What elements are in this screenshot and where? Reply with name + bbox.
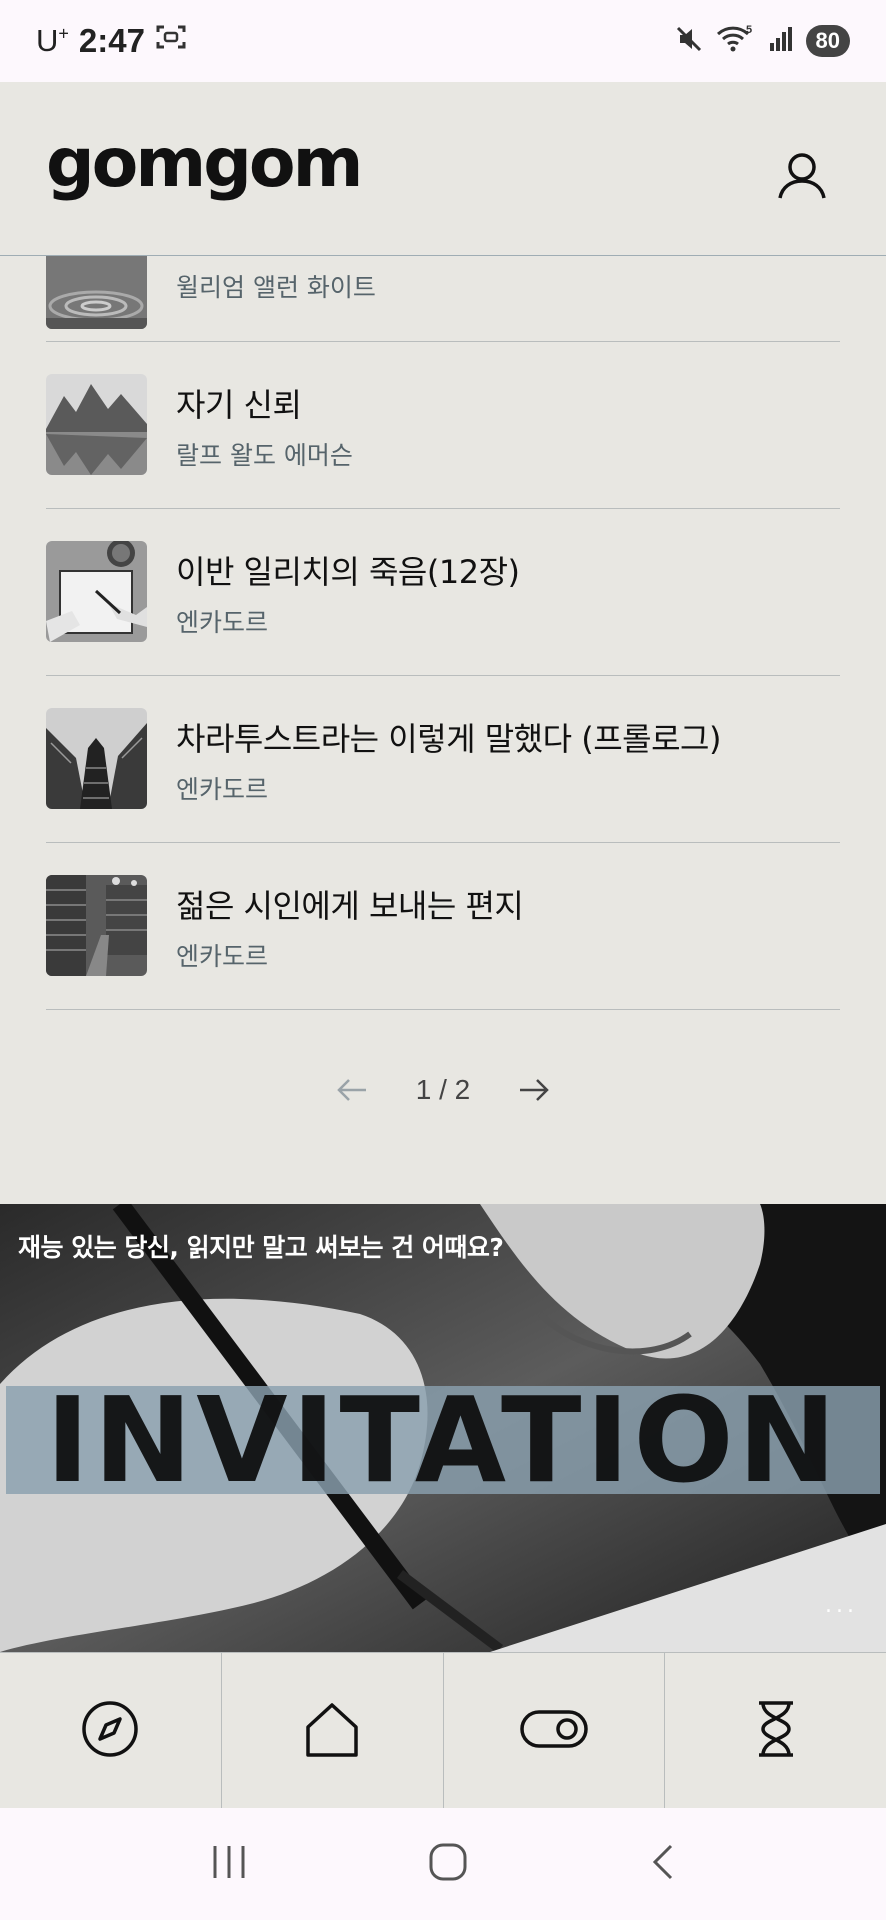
item-author: 랄프 왈도 에머슨: [176, 441, 353, 470]
screenshot-icon: [155, 23, 187, 59]
page-indicator: 1 / 2: [415, 1074, 471, 1105]
next-arrow-icon[interactable]: [518, 1077, 550, 1103]
tab-toggle[interactable]: [444, 1653, 666, 1808]
thumbnail-library: [46, 875, 147, 976]
app-header: gomgom: [0, 82, 886, 256]
home-icon: [302, 1699, 362, 1763]
system-nav-bar: [0, 1808, 886, 1920]
list-item[interactable]: 차라투스트라는 이렇게 말했다 (프롤로그) 엔카도르: [46, 676, 840, 843]
thumbnail-writing-notebook: [46, 541, 147, 642]
list-item[interactable]: 윌리엄 앨런 화이트: [46, 256, 840, 342]
pagination: 1 / 2: [0, 1060, 886, 1120]
carrier-plus: +: [58, 23, 69, 44]
hourglass-icon: [751, 1699, 801, 1763]
prev-arrow-icon[interactable]: [336, 1077, 368, 1103]
toggle-icon: [519, 1707, 589, 1755]
wifi-icon: 5: [716, 24, 756, 58]
compass-icon: [80, 1699, 140, 1763]
thumbnail-ripple-water: [46, 256, 147, 329]
banner-caption: 재능 있는 당신, 읽지만 말고 써보는 건 어때요?: [18, 1233, 504, 1262]
status-right: 5 80: [674, 24, 850, 58]
carrier-label: U+: [36, 23, 69, 59]
item-title: 이반 일리치의 죽음(12장): [176, 553, 520, 591]
article-list: 윌리엄 앨런 화이트 자기 신뢰 랄프 왈도 에머슨 이반 일리치의 죽음(12…: [46, 256, 840, 1010]
item-title: 차라투스트라는 이렇게 말했다 (프롤로그): [176, 720, 721, 758]
carrier-text: U: [36, 23, 59, 58]
battery-indicator: 80: [805, 25, 850, 57]
list-item[interactable]: 이반 일리치의 죽음(12장) 엔카도르: [46, 509, 840, 676]
item-author: 윌리엄 앨런 화이트: [176, 273, 376, 302]
tab-explore[interactable]: [0, 1653, 222, 1808]
tab-timer[interactable]: [665, 1653, 886, 1808]
invitation-banner[interactable]: 재능 있는 당신, 읽지만 말고 써보는 건 어때요? INVITATION .…: [0, 1204, 886, 1652]
item-title: 젊은 시인에게 보내는 편지: [176, 887, 524, 925]
app-logo[interactable]: gomgom: [46, 130, 363, 198]
tab-home[interactable]: [222, 1653, 444, 1808]
banner-headline: INVITATION: [45, 1371, 841, 1509]
item-author: 엔카도르: [176, 775, 269, 804]
list-item[interactable]: 젊은 시인에게 보내는 편지 엔카도르: [46, 843, 840, 1010]
mute-icon: [674, 24, 704, 58]
home-circle-icon[interactable]: [428, 1842, 468, 1886]
recents-icon[interactable]: [209, 1844, 249, 1884]
back-icon[interactable]: [647, 1842, 677, 1886]
bottom-tab-bar: [0, 1652, 886, 1808]
banner-more-dots[interactable]: ...: [825, 1593, 858, 1618]
thumbnail-skyscrapers: [46, 708, 147, 809]
status-bar: U+ 2:47 5 80: [0, 0, 886, 82]
thumbnail-mountain-lake: [46, 374, 147, 475]
signal-icon: [768, 26, 794, 56]
item-author: 엔카도르: [176, 942, 269, 971]
list-item[interactable]: 자기 신뢰 랄프 왈도 에머슨: [46, 342, 840, 509]
item-author: 엔카도르: [176, 608, 269, 637]
status-left: U+ 2:47: [36, 22, 187, 60]
user-icon[interactable]: [776, 150, 828, 202]
status-time: 2:47: [78, 22, 145, 59]
wifi-badge: 5: [746, 24, 752, 36]
item-title: 자기 신뢰: [176, 386, 302, 424]
